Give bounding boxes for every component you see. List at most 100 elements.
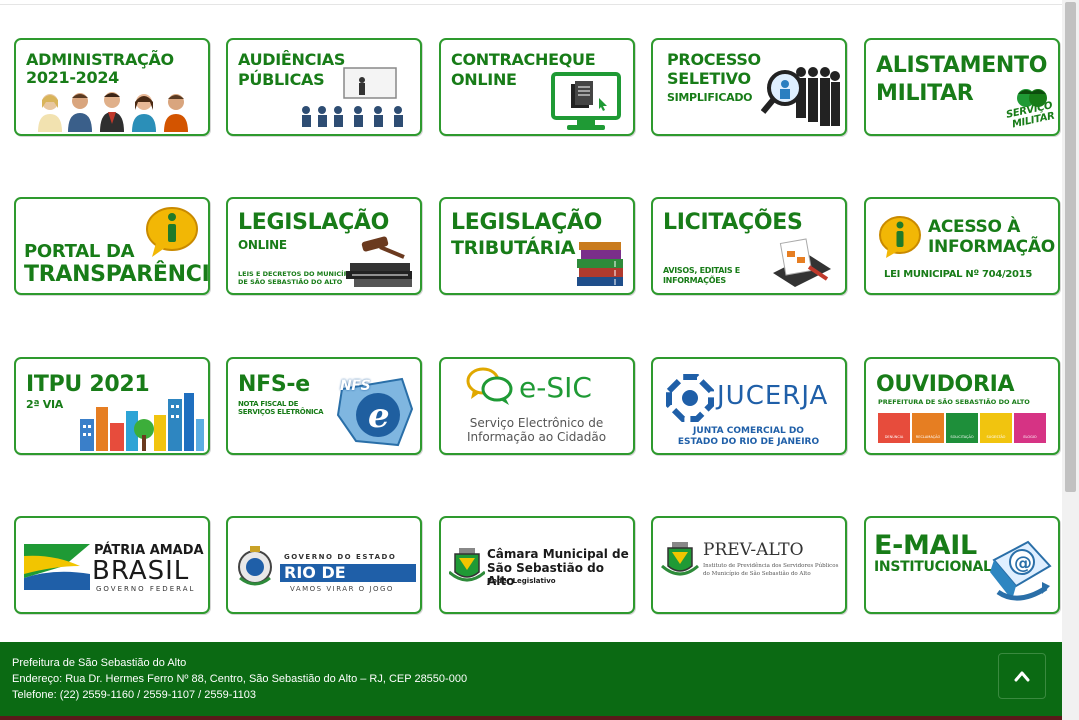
card-title: CONTRACHEQUE [451, 50, 596, 69]
card-subtitle: TRANSPARÊNCIA [24, 262, 210, 287]
svg-text:e: e [368, 396, 390, 436]
gavel-books-icon [340, 231, 418, 289]
card-itpu[interactable]: ITPU 2021 2ª VIA [14, 357, 210, 455]
people-icon [34, 90, 194, 132]
card-title: PROCESSO [667, 50, 761, 69]
card-title: E-MAIL [874, 530, 977, 561]
footer-address: Endereço: Rua Dr. Hermes Ferro Nº 88, Ce… [12, 673, 468, 685]
card-subtitle: MILITAR [876, 81, 974, 106]
card-title: OUVIDORIA [876, 372, 1015, 397]
card-acesso-informacao[interactable]: ACESSO À INFORMAÇÃO LEI MUNICIPAL Nº 704… [864, 197, 1060, 295]
card-title: ALISTAMENTO [876, 53, 1048, 78]
card-legislacao-online[interactable]: LEGISLAÇÃO ONLINE LEIS E DECRETOS DO MUN… [226, 197, 422, 295]
card-subtitle: ONLINE [451, 70, 517, 89]
chevron-up-icon [1014, 667, 1030, 686]
option-label: RECLAMAÇÃO [915, 435, 941, 439]
nfse-logo-icon: e NFS [332, 369, 418, 449]
card-camara-municipal[interactable]: Câmara Municipal de São Sebastião do Alt… [439, 516, 635, 614]
card-title: Câmara Municipal de [487, 547, 629, 561]
card-portal-transparencia[interactable]: PORTAL DA TRANSPARÊNCIA [14, 197, 210, 295]
card-prev-alto[interactable]: PREV-ALTO Instituto de Previdência dos S… [651, 516, 847, 614]
monitor-icon [551, 72, 623, 132]
card-jucerja[interactable]: JUCERJA JUNTA COMERCIAL DO ESTADO DO RIO… [651, 357, 847, 455]
city-icon [78, 389, 206, 451]
card-subtitle: Instituto de Previdência dos Servidores … [703, 563, 839, 569]
card-subtitle: AVISOS, EDITAIS E [663, 266, 740, 275]
card-title: GOVERNO DO ESTADO [284, 553, 397, 561]
card-subtitle: 2ª VIA [26, 398, 64, 411]
footer-org-name: Prefeitura de São Sebastião do Alto [12, 657, 187, 669]
card-note: do Município de São Sebastião do Alto [703, 571, 811, 577]
option-label: DENÚNCIA [884, 435, 904, 439]
card-note: DE SÃO SEBASTIÃO DO ALTO [238, 278, 343, 286]
jucerja-logo: JUCERJA [717, 381, 829, 411]
scrollbar-thumb[interactable] [1065, 2, 1076, 492]
bottom-bar [0, 716, 1062, 720]
esic-logo: e-SIC [519, 371, 592, 404]
card-subtitle: JUNTA COMERCIAL DO [693, 426, 804, 436]
books-icon [575, 241, 627, 289]
card-title: PREV-ALTO [703, 540, 804, 560]
card-esic[interactable]: e-SIC Serviço Electrônico de Informação … [439, 357, 635, 455]
card-title: ADMINISTRAÇÃO [26, 50, 174, 69]
card-governo-rj[interactable]: GOVERNO DO ESTADO RIO DE JANEIRO VAMOS V… [226, 516, 422, 614]
card-title: NFS-e [238, 372, 310, 397]
card-note: GOVERNO FEDERAL [96, 585, 196, 593]
card-subtitle: INSTITUCIONAL [874, 559, 992, 575]
nfse-logo-text: NFS [340, 378, 371, 394]
card-note: Poder Legislativo [487, 577, 556, 585]
card-licitacoes[interactable]: LICITAÇÕES AVISOS, EDITAIS E INFORMAÇÕES [651, 197, 847, 295]
card-title: PORTAL DA [24, 241, 135, 262]
card-subtitle: 2021-2024 [26, 68, 120, 87]
back-to-top-button[interactable] [998, 653, 1046, 699]
card-subtitle: BRASIL [92, 556, 190, 586]
card-note: VAMOS VIRAR O JOGO [290, 585, 394, 593]
card-subtitle: SELETIVO [667, 69, 751, 88]
audience-icon [300, 66, 418, 130]
site-footer: Prefeitura de São Sebastião do Alto Ende… [0, 642, 1062, 720]
card-processo-seletivo[interactable]: PROCESSO SELETIVO SIMPLIFICADO [651, 38, 847, 136]
card-audiencias[interactable]: AUDIÊNCIAS PÚBLICAS [226, 38, 422, 136]
card-alistamento-militar[interactable]: ALISTAMENTO MILITAR SERVIÇO MILITAR [864, 38, 1060, 136]
services-grid: ADMINISTRAÇÃO 2021-2024 AUDIÊNCIAS PÚBLI… [14, 38, 1060, 614]
info-icon [144, 205, 200, 259]
card-legislacao-tributaria[interactable]: LEGISLAÇÃO TRIBUTÁRIA [439, 197, 635, 295]
card-patria-amada-brasil[interactable]: PÁTRIA AMADA BRASIL GOVERNO FEDERAL [14, 516, 210, 614]
card-subtitle: Serviço Electrônico de [469, 416, 604, 430]
email-icon: @ [988, 536, 1054, 606]
card-note: SIMPLIFICADO [667, 91, 753, 104]
card-note: LEI MUNICIPAL Nº 704/2015 [884, 269, 1032, 280]
military-service-badge: SERVIÇO MILITAR [986, 84, 1056, 132]
info-icon [878, 215, 922, 259]
camara-coat-of-arms-icon [448, 546, 486, 586]
card-ouvidoria[interactable]: OUVIDORIA PREFEITURA DE SÃO SEBASTIÃO DO… [864, 357, 1060, 455]
card-title: LEGISLAÇÃO [451, 210, 603, 235]
card-title: LICITAÇÕES [663, 210, 803, 235]
brazil-flag-icon [24, 544, 90, 590]
card-note: SERVIÇOS ELETRÔNICA [238, 408, 324, 416]
card-note: ESTADO DO RIO DE JANEIRO [677, 437, 820, 447]
card-nfse[interactable]: NFS-e NOTA FISCAL DE SERVIÇOS ELETRÔNICA… [226, 357, 422, 455]
footer-phone: Telefone: (22) 2559-1160 / 2559-1107 / 2… [12, 689, 257, 701]
option-label: SOLICITAÇÃO [950, 435, 974, 439]
card-note: LEIS E DECRETOS DO MUNICÍPIO [238, 270, 357, 278]
card-subtitle: PREFEITURA DE SÃO SEBASTIÃO DO ALTO [878, 398, 1030, 406]
option-label: ELOGIO [1023, 435, 1037, 439]
card-note: INFORMAÇÕES [663, 276, 726, 285]
card-email-institucional[interactable]: E-MAIL INSTITUCIONAL @ [864, 516, 1060, 614]
card-subtitle: TRIBUTÁRIA [451, 237, 576, 259]
card-administracao[interactable]: ADMINISTRAÇÃO 2021-2024 [14, 38, 210, 136]
card-title: ACESSO À [928, 217, 1021, 237]
top-divider [0, 4, 1062, 5]
rj-coat-of-arms-icon [236, 544, 274, 590]
card-subtitle: RIO DE JANEIRO [284, 563, 359, 599]
option-label: SUGESTÃO [986, 435, 1006, 439]
card-note: Informação ao Cidadão [466, 430, 607, 444]
page: ADMINISTRAÇÃO 2021-2024 AUDIÊNCIAS PÚBLI… [0, 0, 1079, 720]
vertical-scrollbar[interactable] [1062, 0, 1079, 720]
documents-icon [769, 237, 833, 289]
jucerja-logo-icon [665, 373, 715, 423]
card-subtitle: ONLINE [238, 238, 287, 252]
card-contracheque[interactable]: CONTRACHEQUE ONLINE [439, 38, 635, 136]
svg-text:@: @ [1014, 553, 1032, 574]
